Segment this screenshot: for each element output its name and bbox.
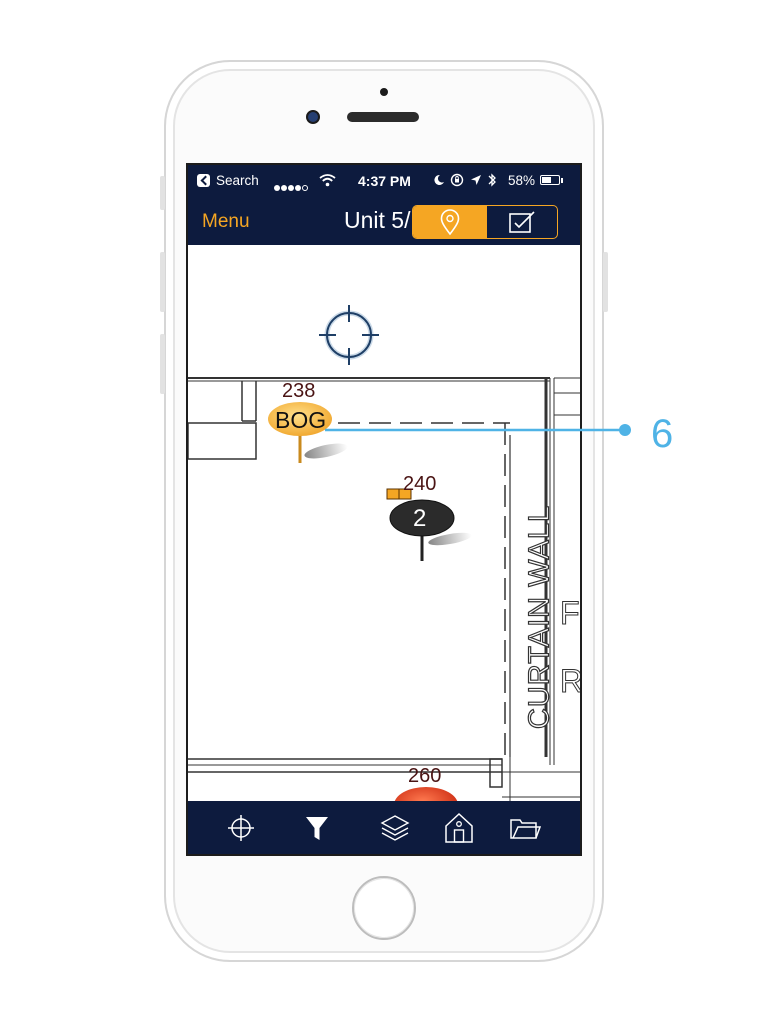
callout-leader <box>325 424 631 436</box>
callout-number: 6 <box>651 412 674 456</box>
